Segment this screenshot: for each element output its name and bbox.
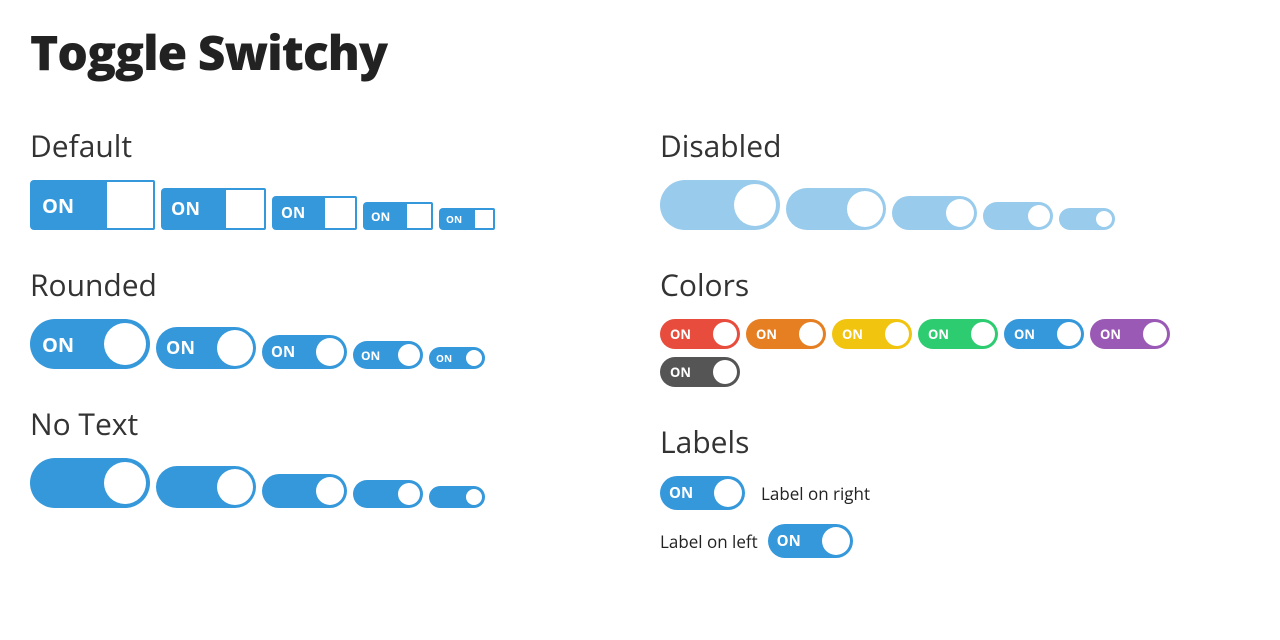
toggle-knob [1143,322,1167,346]
toggle-notext-xs[interactable] [429,486,485,508]
toggle-on-text: ON [670,325,691,343]
toggle-disabled-xs [1059,208,1115,230]
toggle-knob [316,477,344,505]
toggle-default-lg[interactable]: ON [161,188,266,230]
toggle-on-text: ON [756,325,777,343]
toggle-color-orange[interactable]: ON [746,319,826,349]
toggle-knob [734,184,776,226]
toggle-on-text: ON [446,212,462,226]
toggle-knob [316,338,344,366]
toggle-color-purple[interactable]: ON [1090,319,1170,349]
section-labels: Labels ON Label on right Label on left O… [660,421,1250,562]
toggle-disabled-xl [660,180,780,230]
toggle-on-text: ON [171,197,200,221]
toggle-knob [104,323,146,365]
toggle-on-text: ON [1100,325,1121,343]
toggle-color-yellow[interactable]: ON [832,319,912,349]
toggle-on-text: ON [281,203,305,223]
section-colors: Colors ON ON ON ON ON ON ON [660,264,1250,391]
toggle-on-text: ON [436,351,452,365]
toggle-knob [713,360,737,384]
toggle-knob [217,469,253,505]
toggle-notext-lg[interactable] [156,466,256,508]
toggle-rounded-xs[interactable]: ON [429,347,485,369]
toggle-default-sm[interactable]: ON [363,202,433,230]
heading-colors: Colors [660,264,1250,305]
toggle-knob [105,180,155,230]
toggle-default-xs[interactable]: ON [439,208,495,230]
toggle-on-text: ON [670,363,691,381]
toggle-knob [1057,322,1081,346]
toggle-disabled-sm [983,202,1053,230]
toggle-knob [1096,211,1112,227]
heading-disabled: Disabled [660,125,1250,166]
label-left-text: Label on left [660,530,758,553]
toggle-color-green[interactable]: ON [918,319,998,349]
toggle-color-red[interactable]: ON [660,319,740,349]
toggle-color-gray[interactable]: ON [660,357,740,387]
toggle-label-right[interactable]: ON [660,476,745,510]
toggle-knob [1028,205,1050,227]
toggle-on-text: ON [928,325,949,343]
toggle-disabled-lg [786,188,886,230]
toggle-rounded-xl[interactable]: ON [30,319,150,369]
toggle-knob [405,202,433,230]
section-default: Default ON ON ON ON ON [30,125,620,234]
toggle-notext-md[interactable] [262,474,347,508]
heading-notext: No Text [30,403,620,444]
toggle-on-text: ON [271,342,295,362]
toggle-knob [217,330,253,366]
toggle-knob [323,196,357,230]
toggle-default-xl[interactable]: ON [30,180,155,230]
toggle-rounded-lg[interactable]: ON [156,327,256,369]
toggle-label-left[interactable]: ON [768,524,853,558]
toggle-knob [398,483,420,505]
toggle-knob [466,489,482,505]
toggle-knob [104,462,146,504]
toggle-on-text: ON [1014,325,1035,343]
toggle-on-text: ON [669,483,693,503]
section-rounded: Rounded ON ON ON ON ON [30,264,620,373]
section-disabled: Disabled [660,125,1250,234]
section-notext: No Text [30,403,620,512]
heading-default: Default [30,125,620,166]
toggle-rounded-sm[interactable]: ON [353,341,423,369]
toggle-knob [822,527,850,555]
label-right-text: Label on right [761,482,870,505]
toggle-knob [847,191,883,227]
toggle-on-text: ON [42,192,74,219]
toggle-knob [971,322,995,346]
toggle-knob [466,350,482,366]
toggle-on-text: ON [842,325,863,343]
toggle-knob [799,322,823,346]
toggle-on-text: ON [361,347,380,364]
toggle-disabled-md [892,196,977,230]
toggle-knob [946,199,974,227]
toggle-knob [473,208,495,230]
toggle-on-text: ON [166,336,195,360]
toggle-knob [224,188,266,230]
toggle-default-md[interactable]: ON [272,196,357,230]
page-title: Toggle Switchy [30,20,1250,85]
toggle-notext-sm[interactable] [353,480,423,508]
toggle-color-blue[interactable]: ON [1004,319,1084,349]
heading-rounded: Rounded [30,264,620,305]
toggle-rounded-md[interactable]: ON [262,335,347,369]
toggle-knob [885,322,909,346]
toggle-on-text: ON [371,208,390,225]
toggle-knob [713,322,737,346]
heading-labels: Labels [660,421,1250,462]
toggle-on-text: ON [777,531,801,551]
toggle-notext-xl[interactable] [30,458,150,508]
toggle-knob [714,479,742,507]
toggle-on-text: ON [42,331,74,358]
toggle-knob [398,344,420,366]
